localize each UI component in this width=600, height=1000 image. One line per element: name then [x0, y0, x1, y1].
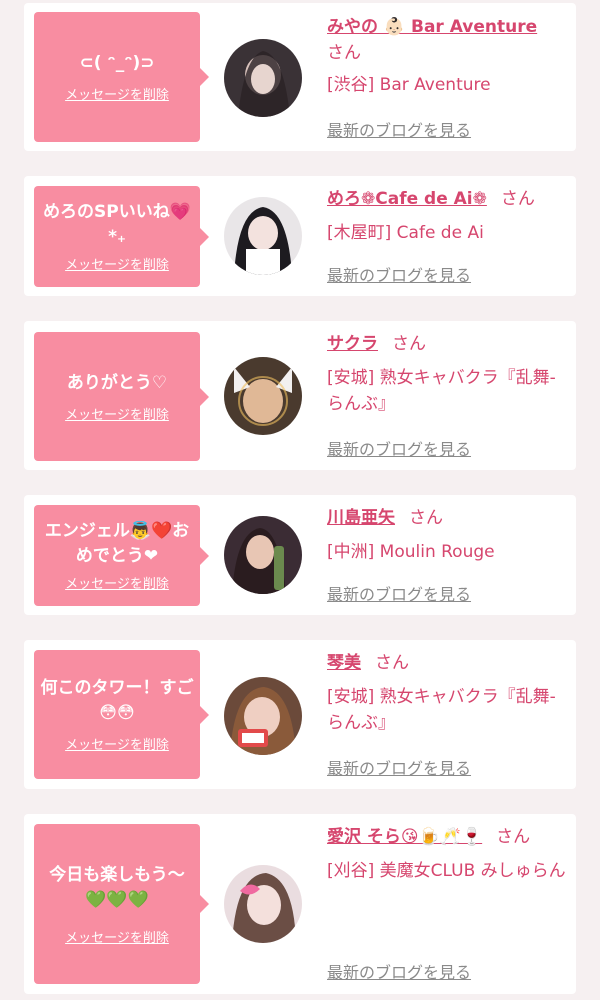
latest-blog-link[interactable]: 最新のブログを見る [327, 436, 471, 460]
sender-info: 琴美 さん [安城] 熟女キャバクラ『乱舞-らんぶ』 [327, 650, 567, 736]
message-bubble: ⊂( ᵔ_ᵔ)⊃ メッセージを削除 [34, 12, 209, 142]
avatar-photo-icon [224, 357, 302, 435]
sender-info: 愛沢 そら😘🍺🥂🍷 さん [刈谷] 美魔女CLUB みしゅらん [327, 824, 567, 884]
delete-message-link[interactable]: メッセージを削除 [65, 254, 169, 273]
message-bubble: 何このタワー！すご😳😳 メッセージを削除 [34, 650, 209, 779]
sender-info: 川島亜矢 さん [中洲] Moulin Rouge [327, 505, 567, 565]
message-text: ありがとう♡ [66, 372, 168, 393]
message-card: 何このタワー！すご😳😳 メッセージを削除 琴美 さん [安城] 熟女キャバクラ『乱… [24, 640, 576, 789]
message-text: めろのSPいいね💗*₊ [43, 202, 191, 247]
message-card: エンジェル👼❤️おめでとう❤ メッセージを削除 川島亜矢 さん [中洲] Moul… [24, 495, 576, 615]
sender-name-link[interactable]: めろ❁Cafe de Ai❁ [327, 189, 487, 209]
message-card: ありがとう♡ メッセージを削除 サクラ さん [安城] 熟女キャバクラ『乱舞-らん… [24, 321, 576, 470]
avatar[interactable] [224, 677, 302, 755]
message-text: 今日も楽しもう〜💚💚💚 [49, 864, 185, 910]
message-text: エンジェル👼❤️おめでとう❤ [44, 521, 190, 566]
shop-info: [安城] 熟女キャバクラ『乱舞-らんぶ』 [327, 687, 556, 733]
sender-name-link[interactable]: みやの 👶🏻 Bar Aventure [327, 17, 537, 37]
avatar[interactable] [224, 39, 302, 117]
avatar-photo-icon [224, 865, 302, 943]
honorific: さん [496, 827, 531, 847]
avatar[interactable] [224, 357, 302, 435]
avatar-photo-icon [224, 197, 302, 275]
latest-blog-link[interactable]: 最新のブログを見る [327, 959, 471, 983]
latest-blog-link[interactable]: 最新のブログを見る [327, 262, 471, 286]
avatar-photo-icon [224, 516, 302, 594]
message-bubble: 今日も楽しもう〜💚💚💚 メッセージを削除 [34, 824, 209, 984]
message-bubble: エンジェル👼❤️おめでとう❤ メッセージを削除 [34, 505, 209, 606]
latest-blog-link[interactable]: 最新のブログを見る [327, 581, 471, 605]
sender-name-link[interactable]: 琴美 [327, 653, 361, 673]
shop-info: [中洲] Moulin Rouge [327, 542, 495, 562]
message-card: 今日も楽しもう〜💚💚💚 メッセージを削除 愛沢 そら😘🍺🥂🍷 さん [刈谷] 美魔… [24, 814, 576, 994]
message-card: めろのSPいいね💗*₊ メッセージを削除 めろ❁Cafe de Ai❁ さん [木… [24, 176, 576, 296]
sender-name-link[interactable]: サクラ [327, 334, 378, 354]
delete-message-link[interactable]: メッセージを削除 [65, 927, 169, 946]
message-card: ⊂( ᵔ_ᵔ)⊃ メッセージを削除 みやの 👶🏻 Bar Aventure さん … [24, 3, 576, 151]
avatar[interactable] [224, 516, 302, 594]
sender-name-link[interactable]: 川島亜矢 [327, 508, 395, 528]
honorific: さん [392, 334, 426, 354]
sender-info: サクラ さん [安城] 熟女キャバクラ『乱舞-らんぶ』 [327, 331, 567, 417]
shop-info: [渋谷] Bar Aventure [327, 75, 491, 95]
honorific: さん [375, 653, 409, 673]
message-text: 何このタワー！すご😳😳 [40, 678, 194, 723]
avatar[interactable] [224, 865, 302, 943]
shop-info: [安城] 熟女キャバクラ『乱舞-らんぶ』 [327, 368, 556, 414]
honorific: さん [327, 43, 361, 63]
shop-info: [刈谷] 美魔女CLUB みしゅらん [327, 861, 566, 881]
sender-info: みやの 👶🏻 Bar Aventure さん [渋谷] Bar Aventure [327, 14, 567, 98]
delete-message-link[interactable]: メッセージを削除 [65, 734, 169, 753]
sender-name-link[interactable]: 愛沢 そら😘🍺🥂🍷 [327, 827, 482, 847]
delete-message-link[interactable]: メッセージを削除 [65, 84, 169, 103]
message-bubble: ありがとう♡ メッセージを削除 [34, 332, 209, 461]
sender-info: めろ❁Cafe de Ai❁ さん [木屋町] Cafe de Ai [327, 186, 567, 246]
message-text: ⊂( ᵔ_ᵔ)⊃ [79, 53, 155, 73]
latest-blog-link[interactable]: 最新のブログを見る [327, 117, 471, 141]
avatar[interactable] [224, 197, 302, 275]
delete-message-link[interactable]: メッセージを削除 [65, 404, 169, 423]
honorific: さん [409, 508, 443, 528]
avatar-photo-icon [224, 677, 302, 755]
latest-blog-link[interactable]: 最新のブログを見る [327, 755, 471, 779]
shop-info: [木屋町] Cafe de Ai [327, 223, 484, 243]
delete-message-link[interactable]: メッセージを削除 [65, 573, 169, 592]
honorific: さん [500, 189, 535, 209]
message-bubble: めろのSPいいね💗*₊ メッセージを削除 [34, 186, 209, 287]
avatar-photo-icon [224, 39, 302, 117]
